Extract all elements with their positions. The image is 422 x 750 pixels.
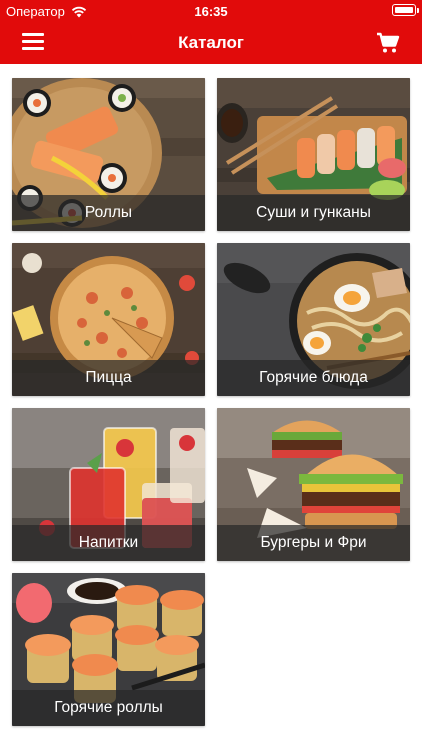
category-label: Бургеры и Фри: [217, 525, 410, 561]
category-tile-sushi[interactable]: Суши и гунканы: [217, 78, 410, 231]
category-tile-pizza[interactable]: Пицца: [12, 243, 205, 396]
status-time: 16:35: [194, 4, 228, 19]
category-label: Горячие роллы: [12, 690, 205, 726]
category-tile-drinks[interactable]: Напитки: [12, 408, 205, 561]
cart-icon[interactable]: [376, 32, 400, 54]
battery-icon: [392, 4, 419, 16]
navigation-bar: Каталог: [0, 22, 422, 64]
category-label: Пицца: [12, 360, 205, 396]
category-tile-rolls[interactable]: Роллы: [12, 78, 205, 231]
category-tile-burgers[interactable]: Бургеры и Фри: [217, 408, 410, 561]
category-label: Суши и гунканы: [217, 195, 410, 231]
status-bar: Оператор 16:35: [0, 0, 422, 22]
category-label: Горячие блюда: [217, 360, 410, 396]
category-label: Роллы: [12, 195, 205, 231]
category-tile-hot-dishes[interactable]: Горячие блюда: [217, 243, 410, 396]
category-label: Напитки: [12, 525, 205, 561]
catalog-grid: Роллы Суши и гунканы Пицца Горячие блюда…: [12, 78, 410, 726]
page-title: Каталог: [178, 33, 244, 52]
category-tile-hot-rolls[interactable]: Горячие роллы: [12, 573, 205, 726]
